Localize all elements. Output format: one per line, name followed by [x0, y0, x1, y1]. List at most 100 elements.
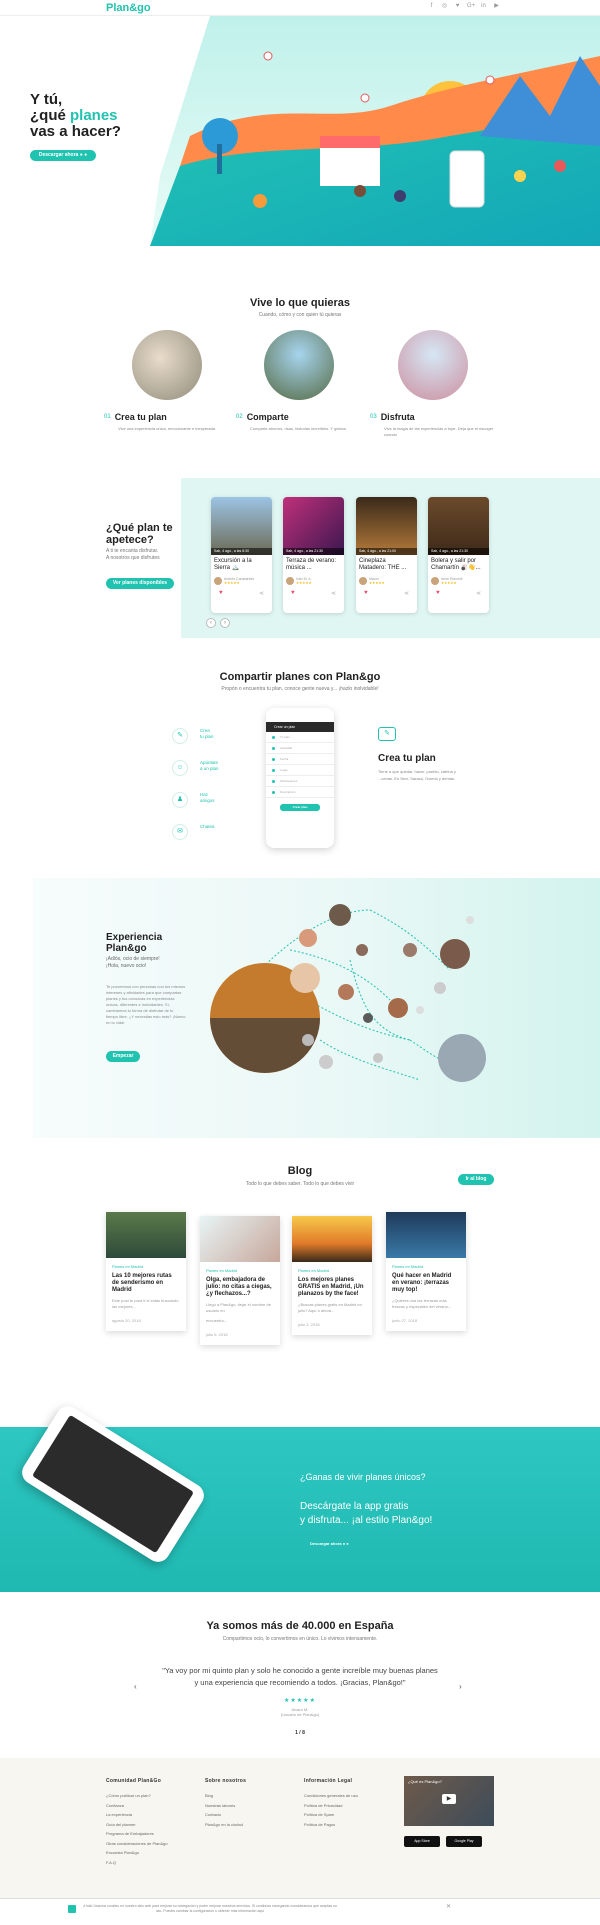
linkedin-icon[interactable]: in [480, 3, 487, 10]
phone-row: Actividad [266, 743, 334, 754]
plan-rating: ★★★★★ [441, 581, 457, 585]
vive-subtitle: Cuando, cómo y con quien tú quieras [258, 312, 342, 318]
footer-link[interactable]: Política de Pagos [304, 1820, 358, 1830]
close-icon[interactable]: ✕ [446, 1903, 451, 1910]
step-chatea[interactable]: ✉ Chatea [168, 824, 219, 856]
feature-comparte: 02 Comparte Comparte ahorros, risas, hist… [236, 330, 366, 432]
footer-link[interactable]: F.A.Q [106, 1858, 168, 1868]
footer-link[interactable]: Política de Spam [304, 1810, 358, 1820]
plans-next-button[interactable]: › [220, 618, 230, 628]
blog-post-category[interactable]: Planes en Madrid [106, 1258, 186, 1269]
app-download-link[interactable]: Descargar ahora ● ● [310, 1541, 349, 1546]
site-logo[interactable]: Plan&go [106, 2, 151, 14]
video-thumbnail[interactable]: ¿Qué es Plan&go? ▶ [404, 1776, 494, 1826]
testimonial-next-arrow[interactable]: › [459, 1682, 462, 1691]
create-plan-icon: ✎ [378, 727, 396, 741]
footer-link[interactable]: Condiciones generales de uso [304, 1791, 358, 1801]
footer-col-about: Sobre nosotros Blog Nuestras labores Con… [205, 1778, 246, 1829]
app-store-badge[interactable]: App Store [404, 1836, 440, 1847]
facebook-icon[interactable]: f [428, 3, 435, 10]
youtube-icon[interactable]: ▶ [493, 3, 500, 10]
feature-title: Disfruta [380, 412, 415, 422]
start-button[interactable]: Empezar [106, 1051, 140, 1062]
footer-link[interactable]: Contacto [205, 1810, 246, 1820]
blog-post-title[interactable]: Olga, embajadora de julio: no citas a ci… [200, 1273, 280, 1298]
share-title: Compartir planes con Plan&go [219, 671, 381, 683]
blog-post-card[interactable]: Planes en Madrid Olga, embajadora de jul… [200, 1216, 280, 1345]
plan-name: Bolera y salir por Chamartín 🎳👋... [431, 558, 481, 571]
share-icon[interactable]: ⋖ [404, 590, 409, 597]
footer-link[interactable]: Encuesta Plan&go [106, 1848, 168, 1858]
plans-prev-button[interactable]: ‹ [206, 618, 216, 628]
plan-card[interactable]: Sab, 4 ago., a las 8:30 Excursión a la S… [211, 497, 272, 613]
plan-host: Irene Ronchill ★★★★★ [428, 575, 489, 585]
share-icon[interactable]: ⋖ [476, 590, 481, 597]
blog-post-title[interactable]: Las 10 mejores rutas de senderismo en Ma… [106, 1269, 186, 1294]
step-apuntate[interactable]: ☺ Apúntate a un plan [168, 760, 219, 792]
plan-host: Mauro ★★★★★ [356, 575, 417, 585]
plan-card[interactable]: Sab, 4 ago., a las 21:00 Cineplaza Matad… [356, 497, 417, 613]
blog-post-category[interactable]: Planes en Madrid [200, 1262, 280, 1273]
chat-icon: ✉ [172, 824, 188, 840]
blog-post-card[interactable]: Planes en Madrid Las 10 mejores rutas de… [106, 1212, 186, 1331]
hero-download-button[interactable]: Descargar ahora ● ● [30, 150, 96, 161]
blog-post-category[interactable]: Planes en Madrid [292, 1262, 372, 1273]
google-plus-icon[interactable]: G+ [467, 3, 475, 10]
footer-link[interactable]: Confianza [106, 1801, 168, 1811]
app-banner-headline: Descárgate la app gratis y disfruta... ¡… [300, 1500, 432, 1528]
blog-post-card[interactable]: Planes en Madrid Los mejores planes GRAT… [292, 1216, 372, 1335]
cookie-text: ¡Hola! Usamos cookies en nuestro sitio w… [83, 1904, 337, 1913]
instagram-icon[interactable]: ◎ [441, 3, 448, 10]
cookie-icon [68, 1905, 76, 1913]
share-icon[interactable]: ⋖ [259, 590, 264, 597]
favorite-icon[interactable]: ♥ [436, 590, 440, 597]
footer-link[interactable]: ¿Cómo publicar un plan? [106, 1791, 168, 1801]
blog-post-card[interactable]: Planes en Madrid Qué hacer en Madrid en … [386, 1212, 466, 1331]
step-amigos[interactable]: ♟ Haz amigos [168, 792, 219, 824]
footer-link[interactable]: Blog [205, 1791, 246, 1801]
blog-post-category[interactable]: Planes en Madrid [386, 1258, 466, 1269]
community-network-graphic [210, 904, 486, 1082]
footer-link[interactable]: Plan&go en la ciudad [205, 1820, 246, 1830]
play-icon[interactable]: ▶ [442, 1794, 456, 1804]
google-play-badge[interactable]: Google Play [446, 1836, 482, 1847]
footer-link[interactable]: La experiencia [106, 1810, 168, 1820]
footer-link[interactable]: Programa de Embajadores [106, 1829, 168, 1839]
experience-sub-line1: ¡Adiós, ocio de siempre! [106, 956, 160, 962]
footer-link[interactable]: Guía del planner [106, 1820, 168, 1830]
social-links: f ◎ ♥ G+ in ▶ [428, 3, 500, 10]
plan-card[interactable]: Sab, 4 ago., a las 21:30 Terraza de vera… [283, 497, 344, 613]
testimonial-pager: 1 / 8 [295, 1730, 305, 1736]
footer-link[interactable]: Otras consideraciones de Plan&go [106, 1839, 168, 1849]
feature-image-friends [264, 330, 334, 400]
blog-post-date: junio 27, 2018 [392, 1318, 418, 1323]
favorite-icon[interactable]: ♥ [291, 590, 295, 597]
plan-image: Sab, 4 ago., a las 21:00 [356, 497, 417, 555]
footer-heading: Comunidad Plan&Go [106, 1778, 162, 1784]
hero-title: Y tú, ¿qué planes vas a hacer? [30, 92, 121, 140]
footer-link[interactable]: Nuestras labores [205, 1801, 246, 1811]
share-icon[interactable]: ⋖ [331, 590, 336, 597]
testimonial-author: Alvaro M. (Usuario de Plan&go) [0, 1707, 600, 1717]
phone-row: Descripción [266, 787, 334, 798]
favorite-icon[interactable]: ♥ [364, 590, 368, 597]
twitter-icon[interactable]: ♥ [454, 3, 461, 10]
friends-icon: ♟ [172, 792, 188, 808]
blog-post-image [292, 1216, 372, 1262]
favorite-icon[interactable]: ♥ [219, 590, 223, 597]
blog-post-title[interactable]: Qué hacer en Madrid en verano: ¡terrazas… [386, 1269, 466, 1294]
plan-card[interactable]: Sab, 4 ago., a las 21:30 Bolera y salir … [428, 497, 489, 613]
footer-heading: Información Legal [304, 1778, 353, 1784]
go-to-blog-button[interactable]: Ir al blog [458, 1174, 494, 1185]
feature-number: 03 [370, 414, 377, 420]
plan-name: Excursión a la Sierra 🏔️ [214, 558, 252, 571]
phone-row: Tu plan [266, 732, 334, 743]
step-label-line2: amigos [200, 798, 215, 803]
blog-post-title[interactable]: Los mejores planes GRATIS en Madrid, ¡Un… [292, 1273, 372, 1298]
view-plans-button[interactable]: Ver planes disponibles [106, 578, 174, 589]
step-crea[interactable]: ✎ Crea tu plan [168, 728, 219, 760]
pencil-icon: ✎ [172, 728, 188, 744]
testimonial-prev-arrow[interactable]: ‹ [134, 1682, 137, 1691]
footer-link[interactable]: Política de Privacidad [304, 1801, 358, 1811]
phone-create-button: Crear plan [280, 804, 320, 811]
